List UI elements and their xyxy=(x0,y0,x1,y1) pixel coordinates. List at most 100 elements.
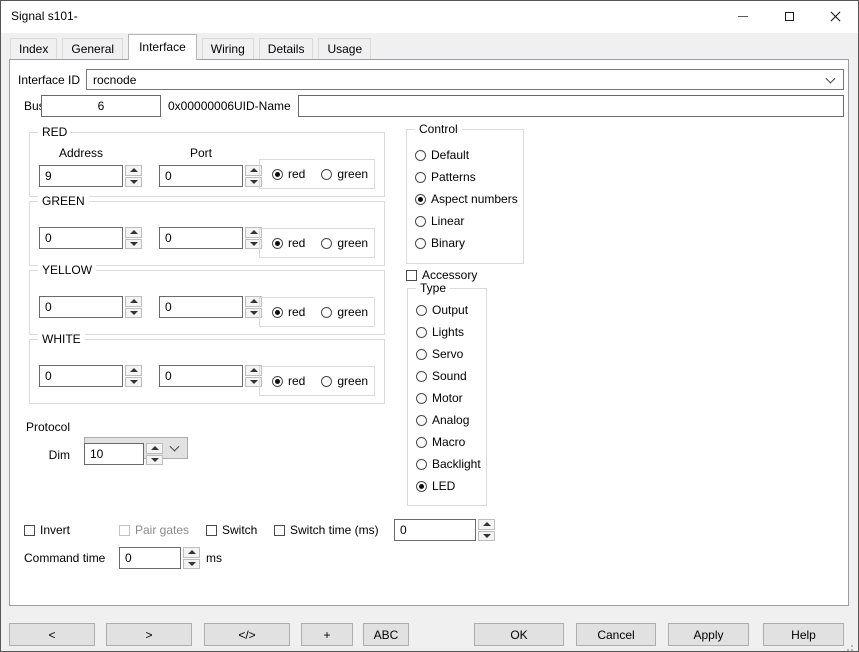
control-patterns-radio[interactable]: Patterns xyxy=(415,166,518,188)
type-servo-radio[interactable]: Servo xyxy=(416,343,481,365)
spin-down-button[interactable] xyxy=(125,377,142,388)
spin-down-button[interactable] xyxy=(125,177,142,188)
minimize-button[interactable] xyxy=(720,1,766,32)
red-gate-red-radio[interactable]: red xyxy=(272,167,305,181)
tab-general[interactable]: General xyxy=(62,38,123,59)
spin-down-button[interactable] xyxy=(478,531,495,542)
type-macro-radio[interactable]: Macro xyxy=(416,431,481,453)
white-address-field[interactable]: 0 xyxy=(39,365,123,387)
dim-field[interactable]: 10 xyxy=(84,443,144,465)
spin-down-button[interactable] xyxy=(125,239,142,250)
spin-down-button[interactable] xyxy=(183,559,200,570)
down-arrow-icon xyxy=(483,534,491,538)
spin-down-button[interactable] xyxy=(146,455,163,466)
radio-icon xyxy=(321,169,332,180)
uid-name-label: UID-Name xyxy=(234,99,291,113)
tab-wiring[interactable]: Wiring xyxy=(202,38,254,59)
abc-button[interactable]: ABC xyxy=(363,623,409,646)
command-time-spinner: 0 xyxy=(119,547,200,569)
tab-interface[interactable]: Interface xyxy=(128,34,197,60)
radio-icon xyxy=(416,305,427,316)
type-backlight-radio[interactable]: Backlight xyxy=(416,453,481,475)
green-gate-red-radio[interactable]: red xyxy=(272,236,305,250)
control-options: Default Patterns Aspect numbers Linear B… xyxy=(415,144,518,254)
resize-grip[interactable] xyxy=(851,645,853,647)
green-address-field[interactable]: 0 xyxy=(39,227,123,249)
bus-field[interactable]: 6 xyxy=(41,95,161,117)
next-button[interactable]: > xyxy=(106,623,192,646)
spin-up-button[interactable] xyxy=(146,443,163,454)
command-time-field[interactable]: 0 xyxy=(119,547,181,569)
yellow-gate-green-radio[interactable]: green xyxy=(321,305,368,319)
white-gate-green-radio[interactable]: green xyxy=(321,374,368,388)
type-sound-radio[interactable]: Sound xyxy=(416,365,481,387)
up-arrow-icon xyxy=(130,368,138,372)
spin-up-button[interactable] xyxy=(125,165,142,176)
spin-up-button[interactable] xyxy=(125,296,142,307)
type-motor-radio[interactable]: Motor xyxy=(416,387,481,409)
spin-up-button[interactable] xyxy=(125,227,142,238)
type-analog-radio[interactable]: Analog xyxy=(416,409,481,431)
interface-id-combobox[interactable]: rocnode xyxy=(86,69,844,90)
white-address-spinner: 0 xyxy=(39,365,142,387)
type-group: Type Output Lights Servo Sound Motor Ana… xyxy=(407,288,487,506)
yellow-gate-red-radio[interactable]: red xyxy=(272,305,305,319)
prev-button[interactable]: < xyxy=(9,623,95,646)
down-arrow-icon xyxy=(130,380,138,384)
type-led-radio[interactable]: LED xyxy=(416,475,481,497)
down-arrow-icon xyxy=(130,242,138,246)
up-arrow-icon xyxy=(130,168,138,172)
apply-button[interactable]: Apply xyxy=(668,623,749,646)
add-button[interactable]: + xyxy=(301,623,353,646)
radio-icon xyxy=(321,307,332,318)
control-linear-radio[interactable]: Linear xyxy=(415,210,518,232)
green-port-field[interactable]: 0 xyxy=(159,227,243,249)
xml-button[interactable]: </> xyxy=(204,623,290,646)
green-gate-green-radio[interactable]: green xyxy=(321,236,368,250)
red-address-field[interactable]: 9 xyxy=(39,165,123,187)
yellow-address-spinner: 0 xyxy=(39,296,142,318)
switch-checkbox[interactable]: Switch xyxy=(206,523,257,537)
white-port-spinner: 0 xyxy=(159,365,262,387)
invert-checkbox[interactable]: Invert xyxy=(24,523,70,537)
spin-down-button[interactable] xyxy=(125,308,142,319)
yellow-address-field[interactable]: 0 xyxy=(39,296,123,318)
control-group-title: Control xyxy=(415,122,462,136)
control-binary-radio[interactable]: Binary xyxy=(415,232,518,254)
white-gate-red-radio[interactable]: red xyxy=(272,374,305,388)
spin-up-button[interactable] xyxy=(125,365,142,376)
protocol-label: Protocol xyxy=(18,420,70,434)
ok-button[interactable]: OK xyxy=(474,623,564,646)
tab-index[interactable]: Index xyxy=(10,38,57,59)
type-output-radio[interactable]: Output xyxy=(416,299,481,321)
tab-usage[interactable]: Usage xyxy=(318,38,371,59)
accessory-checkbox[interactable]: Accessory xyxy=(406,268,477,282)
close-button[interactable] xyxy=(812,1,858,32)
spin-up-button[interactable] xyxy=(183,547,200,558)
white-port-field[interactable]: 0 xyxy=(159,365,243,387)
uid-name-field[interactable] xyxy=(298,95,844,117)
maximize-button[interactable] xyxy=(766,1,812,32)
red-gate-green-radio[interactable]: green xyxy=(321,167,368,181)
control-default-radio[interactable]: Default xyxy=(415,144,518,166)
cancel-button[interactable]: Cancel xyxy=(576,623,656,646)
radio-icon xyxy=(321,238,332,249)
yellow-port-field[interactable]: 0 xyxy=(159,296,243,318)
switch-time-field[interactable]: 0 xyxy=(394,519,476,541)
red-group: RED Address Port 9 0 red green xyxy=(29,132,385,197)
type-options: Output Lights Servo Sound Motor Analog M… xyxy=(416,299,481,497)
down-arrow-icon xyxy=(130,311,138,315)
dim-spinner: 10 xyxy=(84,443,163,465)
red-port-field[interactable]: 0 xyxy=(159,165,243,187)
spin-up-button[interactable] xyxy=(478,519,495,530)
control-aspect-numbers-radio[interactable]: Aspect numbers xyxy=(415,188,518,210)
chevron-down-icon xyxy=(826,73,836,83)
help-button[interactable]: Help xyxy=(763,623,844,646)
up-arrow-icon xyxy=(130,299,138,303)
type-lights-radio[interactable]: Lights xyxy=(416,321,481,343)
red-address-spinner: 9 xyxy=(39,165,142,187)
dialog-window: Signal s101- Index General Interface Wir… xyxy=(0,0,859,652)
red-port-spinner: 0 xyxy=(159,165,262,187)
switch-time-checkbox[interactable]: Switch time (ms) xyxy=(274,523,379,537)
tab-details[interactable]: Details xyxy=(259,38,314,59)
